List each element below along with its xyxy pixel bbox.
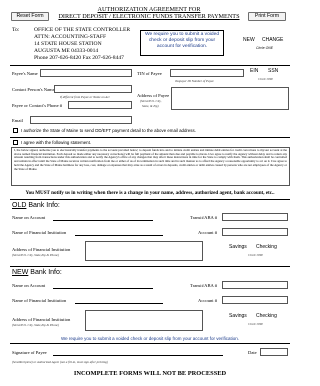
signature-line[interactable] [53,355,223,356]
old-address-field[interactable] [85,241,203,261]
divider [10,266,290,267]
new-heading-rest: Bank Info: [28,269,62,276]
incomplete-forms-notice: INCOMPLETE FORMS WILL NOT BE PROCESSED [73,370,227,377]
authorize-email-checkbox[interactable] [13,128,18,133]
payee-address-hint: (Street/P.O. City, [140,99,162,103]
new-account-name-field[interactable] [53,288,153,289]
old-transit-label: Transit/ABA # [190,215,218,220]
divider [10,65,290,66]
email-field[interactable] [30,116,132,124]
date-field[interactable] [260,348,288,356]
ein-ssn-hint: Circle ONE [258,77,274,81]
new-checking-option[interactable]: Checking [256,313,277,319]
address-line: AUGUSTA ME 04333-0014 [34,47,99,54]
authorization-statement: I, the below signed, authorize you to el… [11,147,290,186]
new-accountno-field[interactable] [222,296,288,304]
new-bank-heading: NEW Bank Info: [12,269,62,276]
new-circle-one: Circle ONE [248,322,264,326]
authorize-email-text: I authorize the State of Maine to send D… [21,128,196,133]
new-institution-label: Name of Financial Institution [12,298,67,303]
must-notify-notice: You MUST notify us in writing when there… [25,190,275,196]
agree-checkbox[interactable] [13,140,18,145]
old-heading-rest: Bank Info: [26,202,60,209]
old-circle-one: Circle ONE [248,253,264,257]
form-title-line2: DIRECT DEPOSIT / ELECTRONIC FUNDS TRANSF… [58,12,240,20]
new-heading-strong: NEW [12,269,29,276]
change-option[interactable]: CHANGE [262,37,283,43]
contact-hint: If different from Payee or Name on Act [60,95,110,99]
tin-hint: Taxpayer ID Number of Payee [175,79,214,83]
form-title: AUTHORIZATION AGREEMENT FOR DIRECT DEPOS… [55,6,243,21]
payee-address-label: Address of Payee [137,93,170,98]
divider [10,137,290,138]
address-line: ATTN: ACCOUNTING-STAFF [34,33,107,40]
old-account-name-field[interactable] [53,220,153,221]
payee-name-field[interactable] [40,69,132,77]
payee-address-hint: State, & Zip) [142,104,159,108]
old-institution-field[interactable] [75,235,163,236]
tin-label: TIN of Payee [137,71,162,76]
old-institution-label: Name of Financial Institution [12,230,67,235]
old-accountno-label: Account # [198,230,218,235]
reset-form-button[interactable]: Reset Form [11,12,49,21]
footer-voided-note: We require you to submit a voided check … [60,336,239,341]
new-address-field[interactable] [85,310,203,331]
old-heading-strong: OLD [12,202,27,209]
old-accountno-field[interactable] [222,228,288,236]
old-address-hint: (Street/P.O. City, State,Zip & Phone) [12,253,59,257]
divider [10,199,290,200]
old-bank-heading: OLD Bank Info: [12,202,60,209]
old-account-name-label: Name on Account [12,215,46,220]
signature-hint: (Sent/Recipient) or Authorized Agent (no… [12,360,108,364]
new-account-name-label: Name on Account [12,283,46,288]
controller-address: OFFICE OF THE STATE CONTROLLER ATTN: ACC… [34,27,130,62]
new-institution-field[interactable] [75,303,163,304]
contact-field[interactable] [54,85,132,93]
new-accountno-label: Account # [198,298,218,303]
signature-label: Signature of Payee [12,350,47,355]
address-line: 14 STATE HOUSE STATION [34,40,102,47]
address-line: OFFICE OF THE STATE CONTROLLER [34,27,131,33]
contact-label: Contact Person's Name [12,87,55,92]
payee-name-label: Payee's Name [12,71,38,76]
old-checking-option[interactable]: Checking [256,244,277,250]
old-address-label: Address of Financial Institution [12,247,71,252]
agree-text: I agree with the following statement. [21,140,92,145]
ssn-option[interactable]: SSN [268,68,278,74]
circle-one-hint: Circle ONE [256,46,273,50]
payee-address-field[interactable] [171,87,289,110]
old-transit-field[interactable] [222,213,288,221]
address-line: Phone 207-626-8420 Fax 207-626-8447 [34,54,124,61]
old-savings-option[interactable]: Savings [229,244,247,250]
print-form-button[interactable]: Print Form [248,12,286,21]
email-label: Email [12,118,23,123]
new-transit-field[interactable] [222,281,288,289]
date-label: Date [248,350,257,355]
new-address-label: Address of Financial Institution [12,317,71,322]
phone-label: Payee or Contact's Phone # [12,103,63,108]
new-option[interactable]: NEW [243,37,255,43]
divider [10,343,290,344]
new-address-hint: (Street/P.O. City, State,Zip & Phone) [12,323,59,327]
new-savings-option[interactable]: Savings [229,313,247,319]
new-transit-label: Transit/ABA # [190,283,218,288]
ein-option[interactable]: EIN [250,68,258,74]
phone-field[interactable] [68,101,132,109]
tin-field[interactable] [170,69,244,77]
to-label: To: [12,27,20,33]
voided-check-callout: We require you to submit a voided check … [140,30,224,56]
